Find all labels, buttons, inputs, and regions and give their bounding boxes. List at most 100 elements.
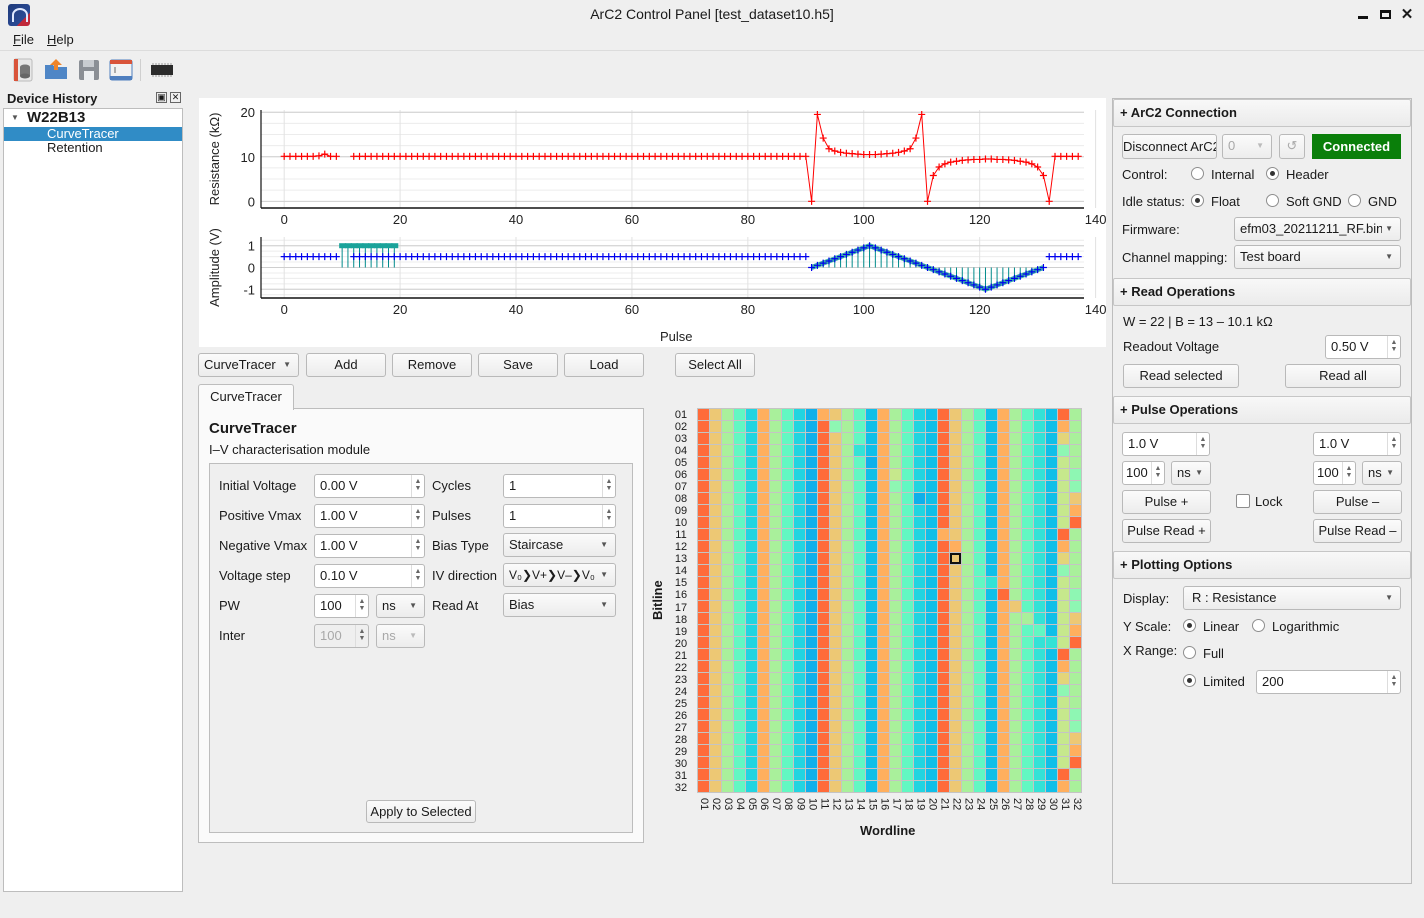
crossbar-cell[interactable] (926, 709, 937, 720)
crossbar-cell[interactable] (1058, 421, 1069, 432)
crossbar-cell[interactable] (998, 421, 1009, 432)
crossbar-cell[interactable] (1034, 613, 1045, 624)
crossbar-cell[interactable] (722, 673, 733, 684)
crossbar-cell[interactable] (1010, 781, 1021, 792)
dock-float-button[interactable]: ▣ (156, 92, 167, 103)
crossbar-cell[interactable] (1010, 469, 1021, 480)
crossbar-cell[interactable] (1034, 757, 1045, 768)
crossbar-cell[interactable] (1058, 601, 1069, 612)
crossbar-cell[interactable] (1046, 709, 1057, 720)
crossbar-cell[interactable] (830, 745, 841, 756)
crossbar-cell[interactable] (734, 505, 745, 516)
crossbar-cell[interactable] (806, 733, 817, 744)
crossbar-cell[interactable] (806, 625, 817, 636)
crossbar-cell[interactable] (746, 589, 757, 600)
crossbar-cell[interactable] (794, 721, 805, 732)
crossbar-cell[interactable] (794, 529, 805, 540)
crossbar-cell[interactable] (782, 625, 793, 636)
crossbar-cell[interactable] (1022, 493, 1033, 504)
crossbar-cell[interactable] (758, 433, 769, 444)
crossbar-cell[interactable] (902, 589, 913, 600)
crossbar-cell[interactable] (914, 601, 925, 612)
crossbar-cell[interactable] (1010, 589, 1021, 600)
crossbar-cell[interactable] (1058, 565, 1069, 576)
crossbar-cell[interactable] (710, 637, 721, 648)
crossbar-cell[interactable] (914, 505, 925, 516)
crossbar-cell[interactable] (914, 649, 925, 660)
crossbar-cell[interactable] (878, 457, 889, 468)
crossbar-cell[interactable] (938, 709, 949, 720)
crossbar-cell[interactable] (734, 541, 745, 552)
crossbar-cell[interactable] (746, 757, 757, 768)
crossbar-cell[interactable] (938, 721, 949, 732)
crossbar-cell[interactable] (770, 769, 781, 780)
crossbar-cell[interactable] (1046, 637, 1057, 648)
crossbar-cell[interactable] (722, 433, 733, 444)
crossbar-cell[interactable] (914, 457, 925, 468)
crossbar-cell[interactable] (938, 505, 949, 516)
spin-arrows-icon[interactable]: ▲ ▼ (411, 535, 424, 557)
crossbar-cell[interactable] (794, 769, 805, 780)
crossbar-cell[interactable] (962, 577, 973, 588)
crossbar-cell[interactable] (770, 409, 781, 420)
crossbar-cell[interactable] (962, 493, 973, 504)
crossbar-cell[interactable] (782, 613, 793, 624)
crossbar-cell[interactable] (1058, 481, 1069, 492)
crossbar-cell[interactable] (866, 637, 877, 648)
crossbar-cell[interactable] (722, 625, 733, 636)
crossbar-cell[interactable] (854, 409, 865, 420)
crossbar-cell[interactable] (746, 493, 757, 504)
crossbar-cell[interactable] (758, 553, 769, 564)
crossbar-cell[interactable] (1034, 421, 1045, 432)
crossbar-cell[interactable] (794, 505, 805, 516)
crossbar-cell[interactable] (1022, 721, 1033, 732)
crossbar-cell[interactable] (1058, 409, 1069, 420)
crossbar-cell[interactable] (734, 709, 745, 720)
crossbar-cell[interactable] (1022, 733, 1033, 744)
crossbar-cell[interactable] (806, 589, 817, 600)
crossbar-cell[interactable] (758, 757, 769, 768)
crossbar-cell[interactable] (962, 781, 973, 792)
crossbar-cell[interactable] (746, 649, 757, 660)
crossbar-cell[interactable] (998, 733, 1009, 744)
crossbar-cell[interactable] (818, 601, 829, 612)
crossbar-cell[interactable] (974, 781, 985, 792)
yscale-log-radio[interactable] (1252, 619, 1265, 632)
crossbar-cell[interactable] (938, 673, 949, 684)
crossbar-cell[interactable] (998, 457, 1009, 468)
crossbar-cell[interactable] (830, 649, 841, 660)
crossbar-cell[interactable] (854, 757, 865, 768)
crossbar-cell[interactable] (962, 457, 973, 468)
crossbar-cell[interactable] (734, 433, 745, 444)
crossbar-cell[interactable] (866, 613, 877, 624)
crossbar-cell[interactable] (782, 733, 793, 744)
crossbar-cell[interactable] (1022, 697, 1033, 708)
crossbar-cell[interactable] (974, 481, 985, 492)
crossbar-cell[interactable] (926, 553, 937, 564)
crossbar-cell[interactable] (794, 757, 805, 768)
crossbar-cell[interactable] (926, 661, 937, 672)
crossbar-cell[interactable] (998, 709, 1009, 720)
module-selector[interactable]: CurveTracer ▼ (198, 353, 299, 377)
crossbar-cell[interactable] (974, 469, 985, 480)
crossbar-cell[interactable] (890, 517, 901, 528)
crossbar-cell[interactable] (890, 757, 901, 768)
crossbar-cell[interactable] (758, 781, 769, 792)
spin-arrows-icon[interactable]: ▲ ▼ (602, 475, 615, 497)
crossbar-cell[interactable] (866, 553, 877, 564)
spin-arrows-icon[interactable]: ▲ ▼ (1387, 336, 1400, 358)
crossbar-cell[interactable] (722, 505, 733, 516)
crossbar-cell[interactable] (722, 601, 733, 612)
crossbar-cell[interactable] (926, 481, 937, 492)
crossbar-cell[interactable] (758, 733, 769, 744)
crossbar-cell[interactable] (1046, 649, 1057, 660)
crossbar-cell[interactable] (1070, 781, 1081, 792)
crossbar-cell[interactable] (818, 613, 829, 624)
crossbar-cell[interactable] (1058, 457, 1069, 468)
crossbar-cell[interactable] (758, 769, 769, 780)
crossbar-cell[interactable] (914, 589, 925, 600)
save-button[interactable] (76, 57, 102, 83)
crossbar-cell[interactable] (878, 661, 889, 672)
crossbar-cell[interactable] (914, 553, 925, 564)
crossbar-cell[interactable] (974, 649, 985, 660)
